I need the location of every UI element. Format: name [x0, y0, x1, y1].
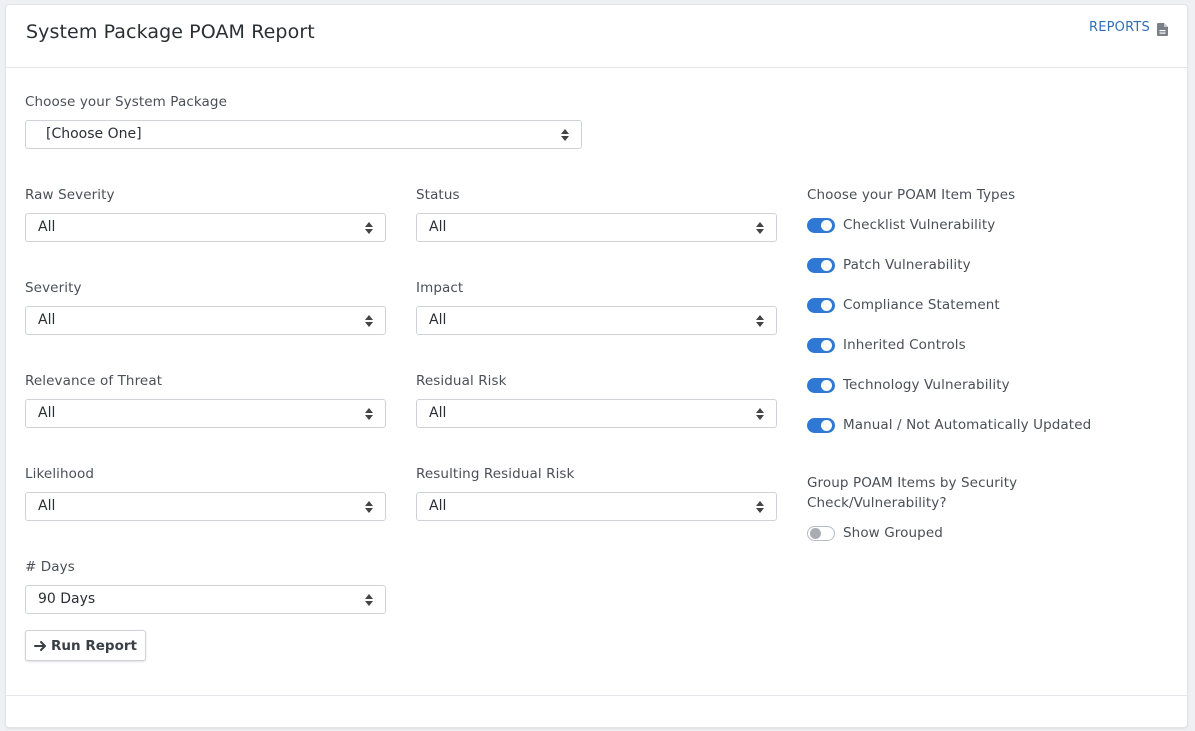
likelihood-select[interactable]: All: [25, 492, 386, 521]
toggle-row-show-grouped: Show Grouped: [807, 525, 943, 541]
show-grouped-label: Show Grouped: [843, 525, 943, 541]
system-package-select[interactable]: [Choose One]: [25, 120, 582, 149]
select-arrows-icon: [365, 315, 373, 327]
raw-severity-select[interactable]: All: [25, 213, 386, 242]
status-value: All: [429, 219, 447, 235]
system-package-value: [Choose One]: [46, 126, 142, 142]
select-arrows-icon: [365, 594, 373, 606]
days-value: 90 Days: [38, 591, 96, 607]
card-footer: [6, 695, 1187, 696]
impact-select[interactable]: All: [416, 306, 777, 335]
patch-vulnerability-label: Patch Vulnerability: [843, 257, 971, 273]
report-card: System Package POAM Report REPORTS Choos…: [5, 4, 1188, 728]
severity-label: Severity: [25, 280, 82, 296]
status-label: Status: [416, 187, 460, 203]
toggle-row-inherited-controls: Inherited Controls: [807, 337, 966, 353]
checklist-vulnerability-toggle[interactable]: [807, 217, 835, 233]
toggle-row-manual: Manual / Not Automatically Updated: [807, 417, 1091, 433]
technology-vulnerability-label: Technology Vulnerability: [843, 377, 1010, 393]
compliance-statement-toggle[interactable]: [807, 297, 835, 313]
days-select[interactable]: 90 Days: [25, 585, 386, 614]
patch-vulnerability-toggle[interactable]: [807, 257, 835, 273]
likelihood-value: All: [38, 498, 56, 514]
select-arrows-icon: [365, 408, 373, 420]
relevance-of-threat-value: All: [38, 405, 56, 421]
days-label: # Days: [25, 559, 75, 575]
toggle-row-compliance-statement: Compliance Statement: [807, 297, 1000, 313]
select-arrows-icon: [756, 408, 764, 420]
toggle-row-technology-vulnerability: Technology Vulnerability: [807, 377, 1010, 393]
manual-not-automatically-updated-toggle[interactable]: [807, 417, 835, 433]
item-types-heading: Choose your POAM Item Types: [807, 187, 1016, 203]
residual-risk-value: All: [429, 405, 447, 421]
toggle-row-patch-vulnerability: Patch Vulnerability: [807, 257, 971, 273]
inherited-controls-toggle[interactable]: [807, 337, 835, 353]
toggle-row-checklist-vulnerability: Checklist Vulnerability: [807, 217, 995, 233]
grouping-heading-line2: Check/Vulnerability?: [807, 495, 947, 511]
relevance-of-threat-select[interactable]: All: [25, 399, 386, 428]
arrow-right-icon: [34, 640, 47, 652]
checklist-vulnerability-label: Checklist Vulnerability: [843, 217, 996, 233]
raw-severity-label: Raw Severity: [25, 187, 115, 203]
select-arrows-icon: [561, 129, 569, 141]
inherited-controls-label: Inherited Controls: [843, 337, 966, 353]
select-arrows-icon: [756, 315, 764, 327]
manual-not-automatically-updated-label: Manual / Not Automatically Updated: [843, 417, 1092, 433]
resulting-residual-risk-label: Resulting Residual Risk: [416, 466, 575, 482]
severity-value: All: [38, 312, 56, 328]
relevance-of-threat-label: Relevance of Threat: [25, 373, 163, 389]
reports-link[interactable]: REPORTS: [1089, 20, 1168, 36]
show-grouped-toggle[interactable]: [807, 525, 835, 541]
select-arrows-icon: [365, 501, 373, 513]
compliance-statement-label: Compliance Statement: [843, 297, 1000, 313]
reports-link-label: REPORTS: [1089, 20, 1150, 35]
select-arrows-icon: [365, 222, 373, 234]
resulting-residual-risk-select[interactable]: All: [416, 492, 777, 521]
severity-select[interactable]: All: [25, 306, 386, 335]
impact-label: Impact: [416, 280, 464, 296]
system-package-label: Choose your System Package: [25, 94, 227, 110]
resulting-residual-risk-value: All: [429, 498, 447, 514]
run-report-button[interactable]: Run Report: [25, 630, 146, 661]
document-icon: [1157, 21, 1168, 36]
card-header: System Package POAM Report REPORTS: [6, 5, 1187, 68]
residual-risk-label: Residual Risk: [416, 373, 507, 389]
likelihood-label: Likelihood: [25, 466, 95, 482]
select-arrows-icon: [756, 222, 764, 234]
grouping-heading-line1: Group POAM Items by Security: [807, 475, 1018, 491]
page-title: System Package POAM Report: [26, 21, 315, 43]
select-arrows-icon: [756, 501, 764, 513]
technology-vulnerability-toggle[interactable]: [807, 377, 835, 393]
residual-risk-select[interactable]: All: [416, 399, 777, 428]
impact-value: All: [429, 312, 447, 328]
status-select[interactable]: All: [416, 213, 777, 242]
run-report-label: Run Report: [51, 637, 137, 654]
raw-severity-value: All: [38, 219, 56, 235]
